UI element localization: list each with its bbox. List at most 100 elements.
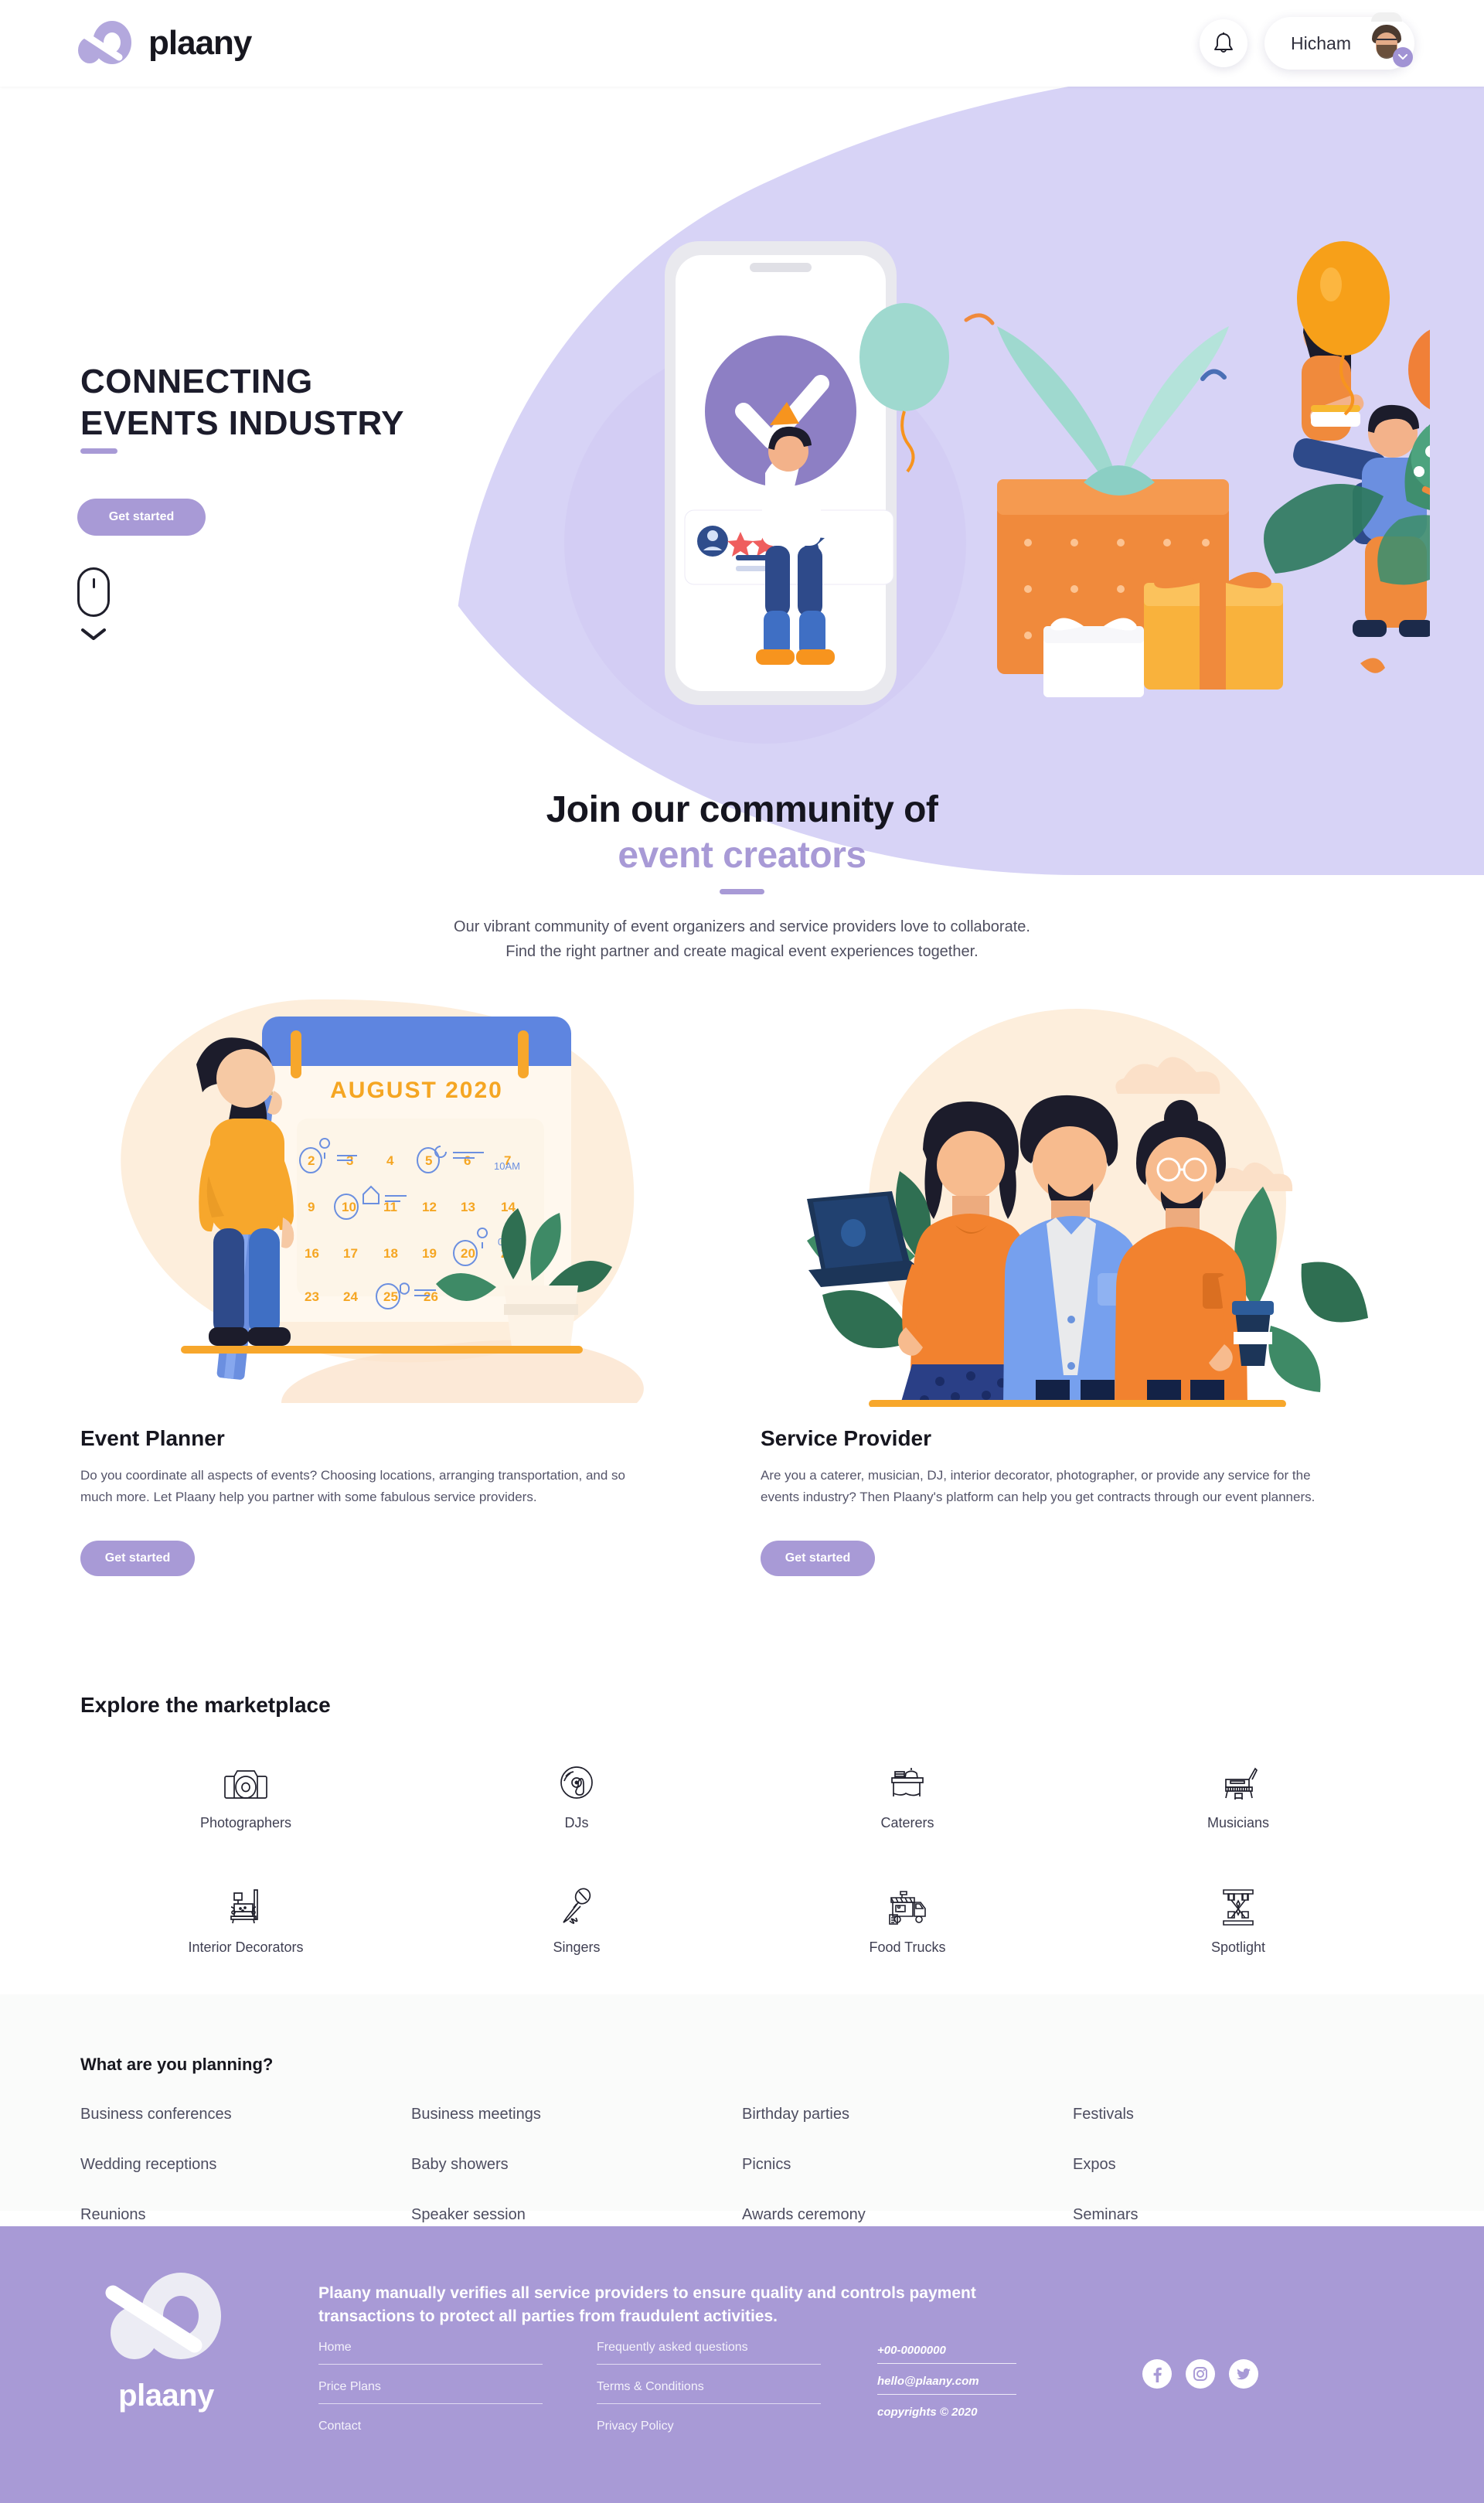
user-name: Hicham <box>1291 32 1351 53</box>
svg-text:17: 17 <box>343 1246 358 1261</box>
planning-section: What are you planning? Business conferen… <box>0 1994 1484 2223</box>
svg-text:5: 5 <box>425 1153 432 1168</box>
svg-text:25: 25 <box>383 1289 398 1304</box>
catering-table-icon <box>887 1758 928 1801</box>
marketplace-item-label: Caterers <box>880 1815 934 1830</box>
twitter-icon[interactable] <box>1229 2359 1258 2389</box>
plaany-infinity-icon <box>75 21 131 64</box>
svg-text:23: 23 <box>305 1289 319 1304</box>
planning-link[interactable]: Baby showers <box>411 2156 742 2174</box>
footer-copyright: copyrights © 2020 <box>877 2406 978 2419</box>
planning-link[interactable]: Festivals <box>1073 2106 1404 2123</box>
footer-link-contact[interactable]: Contact <box>318 2420 543 2443</box>
hero-get-started-button[interactable]: Get started <box>77 499 206 536</box>
svg-text:AUGUST 2020: AUGUST 2020 <box>330 1078 503 1103</box>
hero-underline <box>80 448 117 454</box>
hero-title-line1: CONNECTING <box>80 363 313 400</box>
footer-phone[interactable]: +00-0000000 <box>877 2344 1016 2364</box>
event-planner-get-started-button[interactable]: Get started <box>80 1541 195 1577</box>
planning-link[interactable]: Reunions <box>80 2206 411 2224</box>
marketplace-item-musicians[interactable]: Musicians <box>1149 1758 1327 1831</box>
role-description: Do you coordinate all aspects of events?… <box>80 1468 625 1505</box>
community-heading-line1: Join our community of <box>546 789 938 830</box>
svg-text:19: 19 <box>422 1246 437 1261</box>
planning-link[interactable]: Expos <box>1073 2156 1404 2174</box>
footer-brand-name: plaany <box>118 2379 214 2413</box>
planning-link[interactable]: Seminars <box>1073 2206 1404 2224</box>
footer-tagline: Plaany manually verifies all service pro… <box>318 2284 976 2325</box>
footer-links-column-1: Home Price Plans Contact <box>318 2341 543 2458</box>
role-card-service-provider: Service Provider Are you a caterer, musi… <box>761 970 1394 1577</box>
footer-link-home[interactable]: Home <box>318 2341 543 2365</box>
svg-text:13: 13 <box>461 1200 475 1214</box>
marketplace-item-label: Singers <box>553 1939 601 1955</box>
marketplace-item-interior-decorators[interactable]: Interior Decorators <box>157 1882 335 1956</box>
page-title: CONNECTING EVENTS INDUSTRY <box>80 361 404 444</box>
service-provider-illustration <box>807 1009 1368 1408</box>
planning-link[interactable]: Birthday parties <box>742 2106 1073 2123</box>
marketplace-item-djs[interactable]: DJs <box>488 1758 665 1831</box>
footer-logo[interactable]: plaany <box>85 2271 247 2413</box>
svg-text:2: 2 <box>308 1153 315 1168</box>
footer-link-price-plans[interactable]: Price Plans <box>318 2380 543 2404</box>
bell-icon <box>1214 32 1233 53</box>
footer-link-terms[interactable]: Terms & Conditions <box>597 2380 821 2404</box>
planning-heading: What are you planning? <box>80 2055 274 2074</box>
planning-link[interactable]: Awards ceremony <box>742 2206 1073 2224</box>
svg-text:24: 24 <box>343 1289 358 1304</box>
user-menu[interactable]: Hicham <box>1264 12 1414 70</box>
community-section: Join our community of event creators Our… <box>0 788 1484 964</box>
community-subtitle: Our vibrant community of event organizer… <box>454 918 1030 960</box>
marketplace-item-label: DJs <box>564 1815 589 1830</box>
role-title: Event Planner <box>80 1426 225 1450</box>
marketplace-heading: Explore the marketplace <box>80 1693 331 1717</box>
planning-link[interactable]: Speaker session <box>411 2206 742 2224</box>
planning-link[interactable]: Business conferences <box>80 2106 411 2123</box>
plaany-infinity-icon <box>105 2273 221 2359</box>
community-heading-line2: event creators <box>618 835 866 876</box>
instagram-icon[interactable] <box>1186 2359 1215 2389</box>
marketplace-item-food-trucks[interactable]: Food Trucks <box>819 1882 996 1956</box>
chevron-down-icon[interactable] <box>80 628 107 642</box>
service-provider-get-started-button[interactable]: Get started <box>761 1541 875 1577</box>
svg-text:4: 4 <box>386 1153 394 1168</box>
marketplace-item-label: Spotlight <box>1210 1939 1266 1955</box>
brand-logo[interactable]: plaany <box>74 19 252 67</box>
marketplace-item-caterers[interactable]: Caterers <box>819 1758 996 1831</box>
facebook-icon[interactable] <box>1142 2359 1172 2389</box>
armchair-lamp-icon <box>226 1882 265 1926</box>
hero-section: CONNECTING EVENTS INDUSTRY Get started <box>0 87 1484 883</box>
svg-text:18: 18 <box>383 1246 398 1261</box>
footer-link-privacy[interactable]: Privacy Policy <box>597 2420 821 2443</box>
planning-link[interactable]: Picnics <box>742 2156 1073 2174</box>
footer-link-faq[interactable]: Frequently asked questions <box>597 2341 821 2365</box>
microphone-icon <box>559 1882 594 1926</box>
community-underline <box>720 889 764 894</box>
marketplace-item-photographers[interactable]: Photographers <box>157 1758 335 1831</box>
planning-link[interactable]: Business meetings <box>411 2106 742 2123</box>
svg-text:6: 6 <box>464 1153 471 1168</box>
svg-text:10AM: 10AM <box>494 1160 520 1172</box>
svg-text:20: 20 <box>461 1246 475 1261</box>
notifications-button[interactable] <box>1200 19 1248 67</box>
footer-links-column-2: Frequently asked questions Terms & Condi… <box>597 2341 821 2458</box>
planning-link[interactable]: Wedding receptions <box>80 2156 411 2174</box>
marketplace-item-spotlight[interactable]: Spotlight <box>1149 1882 1327 1956</box>
avatar <box>1365 12 1413 67</box>
top-navigation-bar: plaany Hicham <box>0 0 1484 87</box>
vinyl-record-icon <box>558 1758 595 1801</box>
mouse-scroll-icon[interactable] <box>77 567 110 617</box>
svg-text:16: 16 <box>305 1246 319 1261</box>
marketplace-item-label: Food Trucks <box>869 1939 946 1955</box>
page-footer: plaany Plaany manually verifies all serv… <box>0 2226 1484 2503</box>
role-title: Service Provider <box>761 1426 932 1450</box>
footer-email[interactable]: hello@plaany.com <box>877 2375 1016 2395</box>
marketplace-item-label: Interior Decorators <box>188 1939 304 1955</box>
marketplace-item-singers[interactable]: Singers <box>488 1882 665 1956</box>
chevron-down-icon[interactable] <box>1393 47 1413 67</box>
stage-spotlight-icon <box>1219 1882 1258 1926</box>
marketplace-item-label: Photographers <box>199 1815 292 1830</box>
hero-title-line2: EVENTS INDUSTRY <box>80 404 405 442</box>
brand-name: plaany <box>148 24 252 62</box>
marketplace-item-label: Musicians <box>1207 1815 1270 1830</box>
